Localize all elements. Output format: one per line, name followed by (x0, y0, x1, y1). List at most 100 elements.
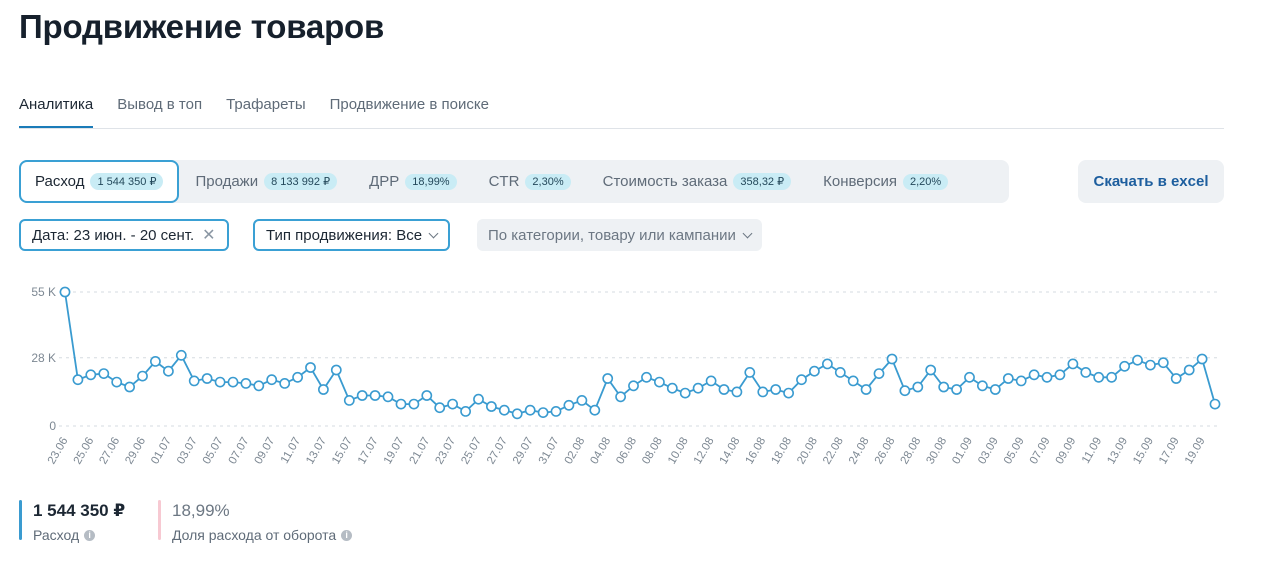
date-filter[interactable]: Дата: 23 июн. - 20 сент. ✕ (19, 219, 229, 251)
data-point (602, 373, 614, 384)
data-point (356, 390, 368, 401)
metric-badge: 18,99% (405, 173, 457, 190)
data-point (369, 390, 381, 401)
download-excel-button[interactable]: Скачать в excel (1078, 160, 1224, 203)
data-point (989, 384, 1001, 395)
info-icon[interactable]: i (84, 529, 96, 541)
tab-search-promotion[interactable]: Продвижение в поиске (330, 90, 489, 121)
data-point (511, 408, 523, 420)
data-point (408, 398, 420, 410)
data-point (485, 401, 497, 412)
metric-conversion[interactable]: Конверсия 2,20% (807, 160, 964, 203)
data-point (770, 384, 782, 395)
x-tick-label: 30.08 (924, 436, 949, 467)
summary-share-label: Доля расхода от оборота (172, 527, 337, 543)
category-filter[interactable]: По категории, товару или кампании (477, 219, 762, 251)
data-point (279, 378, 291, 389)
data-point (822, 358, 833, 370)
data-point (847, 375, 859, 387)
x-tick-label: 10.08 (666, 436, 691, 467)
x-tick-label: 06.08 (614, 436, 639, 467)
y-tick-label: 0 (49, 419, 56, 433)
x-tick-label: 21.07 (408, 436, 433, 467)
x-tick-label: 04.08 (589, 436, 614, 467)
data-point (421, 390, 433, 401)
x-tick-label: 18.08 (769, 436, 794, 467)
x-tick-label: 19.09 (1183, 436, 1208, 467)
tab-top[interactable]: Вывод в топ (117, 90, 202, 121)
data-point (860, 384, 872, 395)
data-point (85, 369, 97, 381)
x-tick-label: 01.09 (950, 436, 975, 467)
data-point (1170, 373, 1182, 384)
data-point (796, 374, 807, 386)
metric-badge: 2,20% (902, 173, 949, 190)
metric-ctr[interactable]: CTR 2,30% (473, 160, 587, 203)
x-tick-label: 03.07 (175, 436, 200, 467)
data-point (1028, 369, 1040, 381)
data-point (343, 394, 355, 406)
x-tick-label: 25.07 (459, 436, 484, 467)
data-point (266, 374, 278, 386)
tab-analytics[interactable]: Аналитика (19, 90, 94, 128)
metric-spend[interactable]: Расход 1 544 350 ₽ (19, 160, 180, 203)
x-tick-label: 22.08 (821, 436, 846, 467)
summary-spend-label-row: Расход i (33, 527, 125, 543)
data-point (149, 356, 161, 367)
series-color-bar (19, 500, 22, 540)
metrics-selector: Расход 1 544 350 ₽ Продажи 8 133 992 ₽ Д… (19, 160, 1009, 203)
data-point (834, 367, 846, 378)
data-point (589, 404, 601, 416)
data-point (330, 364, 342, 376)
x-tick-label: 27.06 (98, 436, 123, 467)
data-point (162, 365, 174, 377)
metric-badge: 8 133 992 ₽ (264, 173, 338, 190)
data-point (757, 386, 769, 398)
data-point (382, 391, 394, 403)
info-icon[interactable]: i (341, 529, 353, 541)
data-point (873, 368, 885, 379)
data-point (964, 371, 975, 383)
data-point (395, 398, 407, 410)
x-tick-label: 17.09 (1157, 436, 1182, 467)
metric-order-cost[interactable]: Стоимость заказа 358,32 ₽ (587, 160, 807, 203)
data-point (925, 364, 937, 376)
summary-share: 18,99% Доля расхода от оборота i (158, 500, 353, 543)
tab-stencils[interactable]: Трафареты (226, 90, 306, 121)
data-point (175, 349, 187, 361)
x-tick-label: 23.07 (433, 436, 458, 467)
data-point (1080, 367, 1092, 378)
data-point (1106, 371, 1117, 383)
spend-line-chart: 028 K55 K23.06 25.06 27.06 29.06 01.07 03.07 0… (31, 285, 1221, 467)
data-point (292, 371, 303, 383)
data-point (1157, 357, 1169, 369)
x-tick-label: 19.07 (382, 436, 407, 467)
data-point (227, 376, 239, 388)
data-point (124, 381, 136, 393)
category-filter-label: По категории, товару или кампании (488, 226, 736, 244)
data-point (679, 387, 691, 399)
series-line (64, 291, 1216, 415)
metric-label: Продажи (195, 173, 259, 190)
data-point (912, 381, 924, 393)
close-icon[interactable]: ✕ (202, 225, 215, 245)
metric-label: Расход (35, 173, 85, 190)
metric-drr[interactable]: ДРР 18,99% (353, 160, 472, 203)
x-tick-label: 13.09 (1105, 436, 1130, 467)
chevron-down-icon (742, 228, 753, 238)
x-tick-label: 29.07 (511, 436, 536, 467)
x-tick-label: 08.08 (640, 436, 665, 467)
summary-spend-label: Расход (33, 527, 80, 543)
x-tick-label: 01.07 (149, 436, 174, 467)
data-point (524, 404, 536, 416)
data-point (473, 393, 484, 405)
x-tick-label: 09.09 (1054, 436, 1079, 467)
x-tick-label: 03.09 (976, 436, 1001, 467)
summary-share-label-row: Доля расхода от оборота i (172, 527, 353, 543)
data-point (731, 386, 743, 398)
x-tick-label: 29.06 (123, 436, 148, 467)
promotion-type-filter[interactable]: Тип продвижения: Все (253, 219, 451, 251)
x-tick-label: 20.08 (795, 436, 820, 467)
data-point (1002, 373, 1014, 384)
metric-sales[interactable]: Продажи 8 133 992 ₽ (179, 160, 353, 203)
